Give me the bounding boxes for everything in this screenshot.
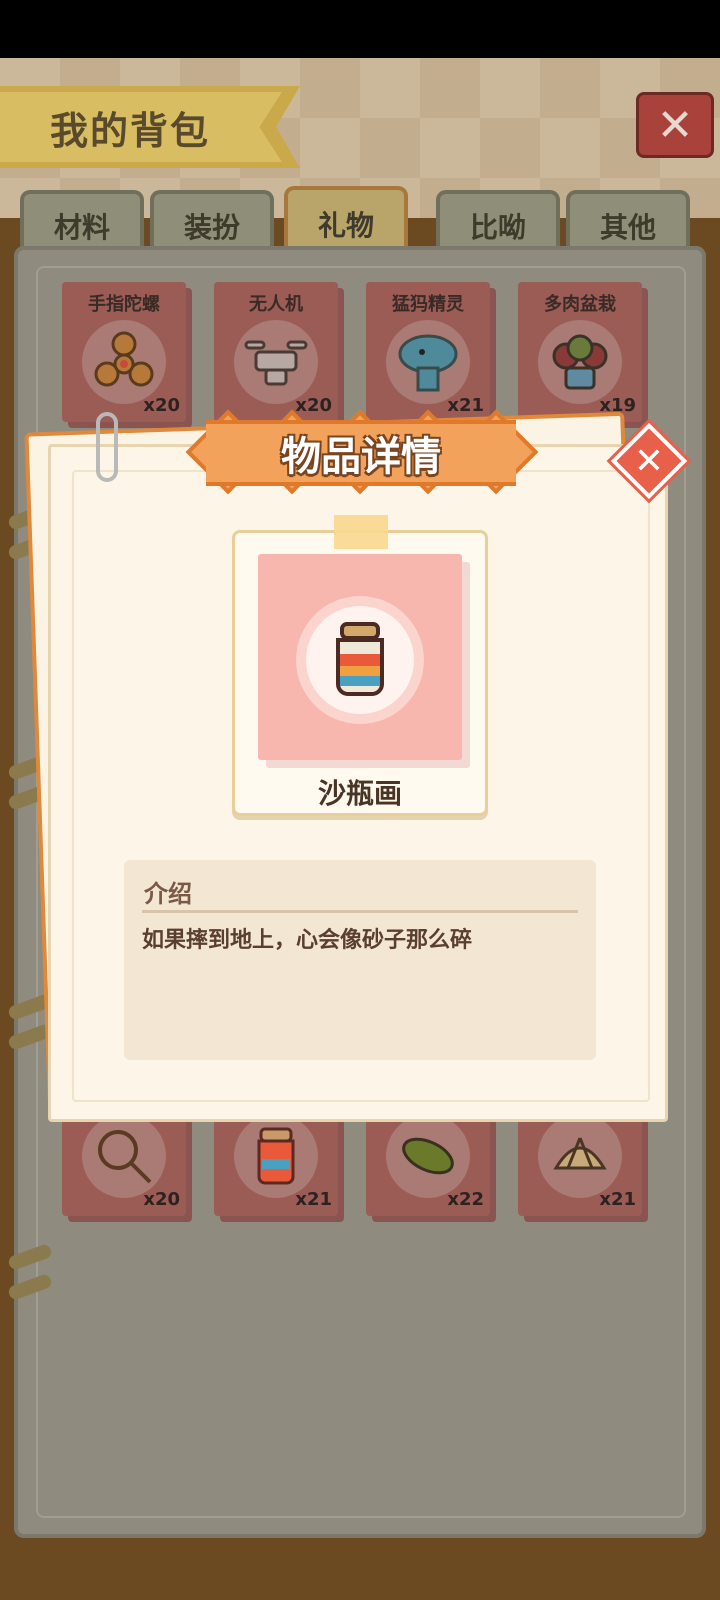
paperclip-icon — [96, 412, 118, 482]
item-name: 猛犸精灵 — [392, 294, 464, 315]
item-card[interactable]: 手指陀螺 x20 — [62, 282, 186, 422]
drone-icon — [234, 320, 318, 404]
tab-label: 材料 — [53, 211, 110, 244]
item-quantity: x20 — [143, 395, 180, 416]
page-title: 我的背包 — [50, 109, 211, 153]
item-quantity: x21 — [295, 1189, 332, 1210]
status-bar — [0, 0, 720, 58]
item-card[interactable]: 猛犸精灵 x21 — [366, 282, 490, 422]
item-card[interactable]: 无人机 x20 — [214, 282, 338, 422]
description-label: 介绍 — [144, 880, 192, 908]
tab-label: 比呦 — [469, 211, 526, 244]
close-icon: ✕ — [656, 99, 694, 151]
fidget-spinner-icon — [82, 320, 166, 404]
tab-label: 其他 — [599, 211, 656, 244]
item-quantity: x20 — [295, 395, 332, 416]
item-name: 手指陀螺 — [88, 294, 160, 315]
succulent-icon — [538, 320, 622, 404]
item-name: 无人机 — [249, 294, 303, 315]
item-card[interactable]: 多肉盆栽 x19 — [518, 282, 642, 422]
description-divider — [142, 910, 578, 913]
item-name: 多肉盆栽 — [544, 294, 616, 315]
close-backpack-button[interactable]: ✕ — [636, 92, 714, 158]
close-icon: ✕ — [633, 440, 665, 482]
sand-bottle-icon — [306, 606, 414, 714]
item-quantity: x21 — [447, 395, 484, 416]
sand-bottle-icon — [234, 1114, 318, 1198]
mammoth-icon — [386, 320, 470, 404]
item-quantity: x21 — [599, 1189, 636, 1210]
item-quantity: x20 — [143, 1189, 180, 1210]
shell-icon — [538, 1114, 622, 1198]
description-text: 如果摔到地上，心会像砂子那么碎 — [142, 928, 473, 953]
tab-label: 礼物 — [317, 209, 374, 242]
description-box — [124, 860, 596, 1060]
leaf-icon — [386, 1114, 470, 1198]
item-quantity: x22 — [447, 1189, 484, 1210]
popup-title: 物品详情 — [281, 434, 441, 480]
item-name: 沙瓶画 — [317, 777, 402, 810]
tape-strip — [334, 515, 388, 549]
tab-label: 装扮 — [183, 211, 240, 244]
racket-icon — [82, 1114, 166, 1198]
